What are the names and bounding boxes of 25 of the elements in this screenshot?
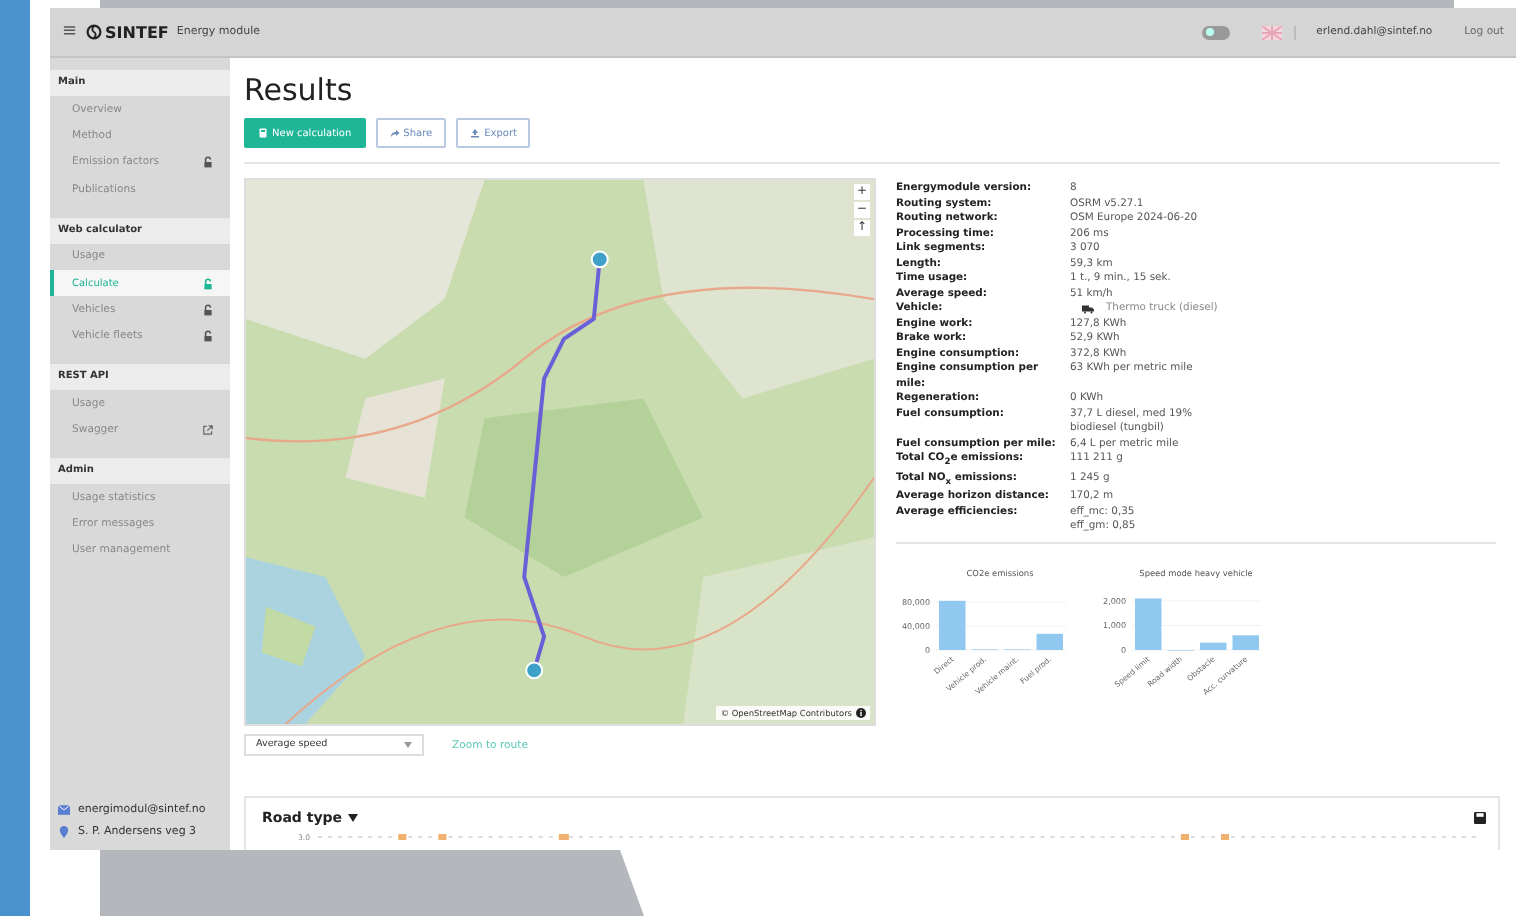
export-icon — [470, 128, 481, 138]
logo-icon — [85, 24, 102, 40]
mail-icon — [58, 804, 70, 816]
brand-name: SINTEF — [105, 23, 169, 41]
lock-icon — [202, 156, 214, 169]
page-title: Results — [244, 70, 355, 110]
lock-icon — [202, 277, 214, 290]
location-pin-icon — [58, 826, 70, 838]
bar — [939, 599, 966, 650]
info-icon[interactable] — [856, 708, 866, 718]
caret-icon[interactable] — [348, 814, 359, 822]
bar — [1036, 632, 1063, 650]
caret-icon — [404, 742, 412, 748]
bar — [1232, 634, 1259, 650]
lock-icon — [202, 304, 214, 317]
calculator-icon — [258, 128, 268, 138]
bar — [1135, 597, 1162, 650]
external-link-icon — [202, 424, 214, 437]
menu-button[interactable]: ≡ — [62, 22, 78, 42]
truck-icon — [1082, 304, 1094, 315]
share-icon — [389, 128, 400, 138]
lock-icon — [202, 330, 214, 343]
bar — [1200, 641, 1227, 650]
theme-toggle[interactable] — [1202, 25, 1231, 39]
save-icon[interactable] — [1474, 812, 1486, 824]
